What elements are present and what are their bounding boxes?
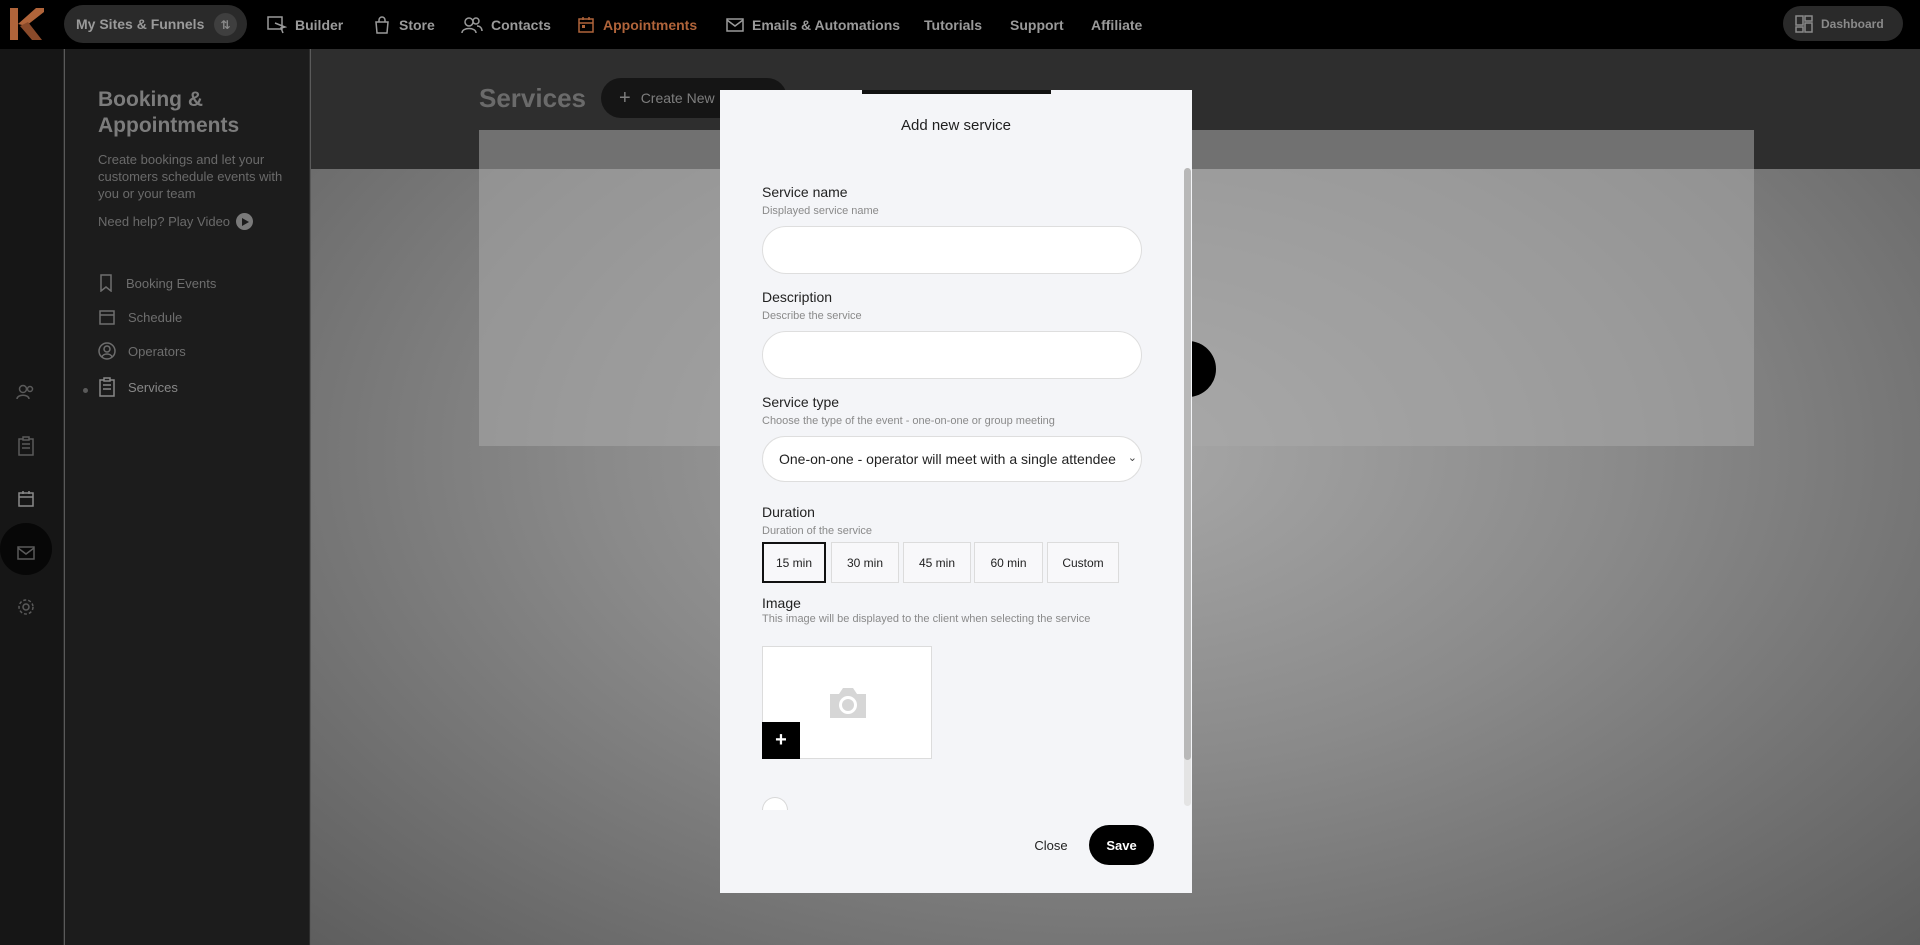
close-button[interactable]: Close [1024,834,1078,856]
builder-icon [267,15,287,33]
help-video-link[interactable]: Need help? Play Video [98,213,254,230]
image-label: Image [762,595,801,611]
service-type-label: Service type [762,394,840,410]
my-sites-funnels-button[interactable]: My Sites & Funnels ⇅ [64,5,247,43]
store-icon [375,15,389,34]
play-icon [236,213,254,230]
sidebar-title: Booking & Appointments [98,88,240,137]
sidebar-item-operators[interactable]: Operators [98,339,186,363]
service-name-label: Service name [762,184,848,200]
calendar-icon [99,310,115,325]
duration-label: Duration [762,504,815,520]
rail-clipboard-icon[interactable] [13,433,39,459]
rail-settings-icon[interactable] [13,594,39,620]
chevron-down-icon: ⌄ [1127,452,1137,464]
sidebar-item-label: Booking Events [126,275,217,291]
duration-30-button[interactable]: 30 min [831,542,899,583]
swap-arrows-icon: ⇅ [214,13,237,36]
description-sublabel: Describe the service [762,310,862,322]
nav-appointments-label: Appointments [603,16,698,33]
page-title: Services [479,83,586,113]
description-input[interactable] [762,331,1142,379]
sidebar-item-label: Schedule [128,309,183,325]
modal-scrollbar-thumb[interactable] [1184,168,1191,760]
help-video-label: Need help? Play Video [98,214,231,229]
rail-contacts-icon[interactable] [13,379,39,405]
sidebar-description: Create bookings and let your customers s… [98,152,283,201]
description-label: Description [762,289,833,305]
nav-emails-label: Emails & Automations [752,16,901,33]
nav-appointments[interactable]: Appointments [577,0,697,49]
my-sites-funnels-label: My Sites & Funnels [76,16,205,32]
service-type-selected: One-on-one - operator will meet with a s… [779,451,1116,467]
nav-tutorials[interactable]: Tutorials [924,0,982,49]
service-type-select[interactable]: One-on-one - operator will meet with a s… [762,436,1142,482]
nav-contacts[interactable]: Contacts [461,0,551,49]
plus-icon: + [619,86,631,109]
nav-builder-label: Builder [295,16,344,33]
dashboard-label: Dashboard [1821,16,1884,31]
duration-15-button[interactable]: 15 min [762,542,826,583]
add-image-button[interactable]: + [762,722,800,759]
sidebar-item-label: Services [128,379,178,395]
dashboard-button[interactable]: Dashboard [1783,6,1903,41]
contacts-icon [461,16,483,33]
nav-support-label: Support [1010,16,1064,33]
nav-support[interactable]: Support [1010,0,1064,49]
duration-60-button[interactable]: 60 min [974,542,1043,583]
user-circle-icon [98,342,116,360]
camera-icon [830,688,866,718]
kartra-logo[interactable] [6,4,44,44]
modal-top-indicator [862,90,1051,94]
active-bullet [83,388,88,393]
rail-calendar-icon[interactable] [13,486,39,512]
duration-sublabel: Duration of the service [762,525,873,537]
nav-tutorials-label: Tutorials [924,16,983,33]
mail-icon [726,17,744,32]
dashboard-grid-icon [1795,14,1813,33]
nav-store[interactable]: Store [373,0,435,49]
top-navigation: My Sites & Funnels ⇅ Builder Store Conta… [0,0,1920,49]
sidebar-item-schedule[interactable]: Schedule [98,305,182,329]
calendar-icon [578,16,594,33]
booking-sidebar: Booking & Appointments Create bookings a… [65,49,310,945]
service-name-sublabel: Displayed service name [762,205,879,217]
nav-contacts-label: Contacts [491,16,551,33]
sidebar-item-label: Operators [128,343,186,359]
nav-emails-automations[interactable]: Emails & Automations [726,0,900,49]
duration-45-button[interactable]: 45 min [903,542,971,583]
create-new-label: Create New [640,90,715,106]
sidebar-item-booking-events[interactable]: Booking Events [98,271,216,295]
rail-mail-icon[interactable] [13,540,39,566]
nav-builder[interactable]: Builder [267,0,343,49]
service-type-sublabel: Choose the type of the event - one-on-on… [762,415,1055,427]
nav-affiliate-label: Affiliate [1091,16,1143,33]
nav-affiliate[interactable]: Affiliate [1091,0,1142,49]
duration-custom-button[interactable]: Custom [1047,542,1119,583]
clipboard-icon [99,377,115,397]
icon-rail [0,49,64,945]
modal-title: Add new service [900,117,1012,134]
bookmark-icon [100,274,112,292]
image-sublabel: This image will be displayed to the clie… [762,613,1091,625]
sidebar-item-services[interactable]: Services [98,375,178,399]
save-button[interactable]: Save [1089,825,1154,865]
service-name-input[interactable] [762,226,1142,274]
nav-store-label: Store [399,16,435,33]
